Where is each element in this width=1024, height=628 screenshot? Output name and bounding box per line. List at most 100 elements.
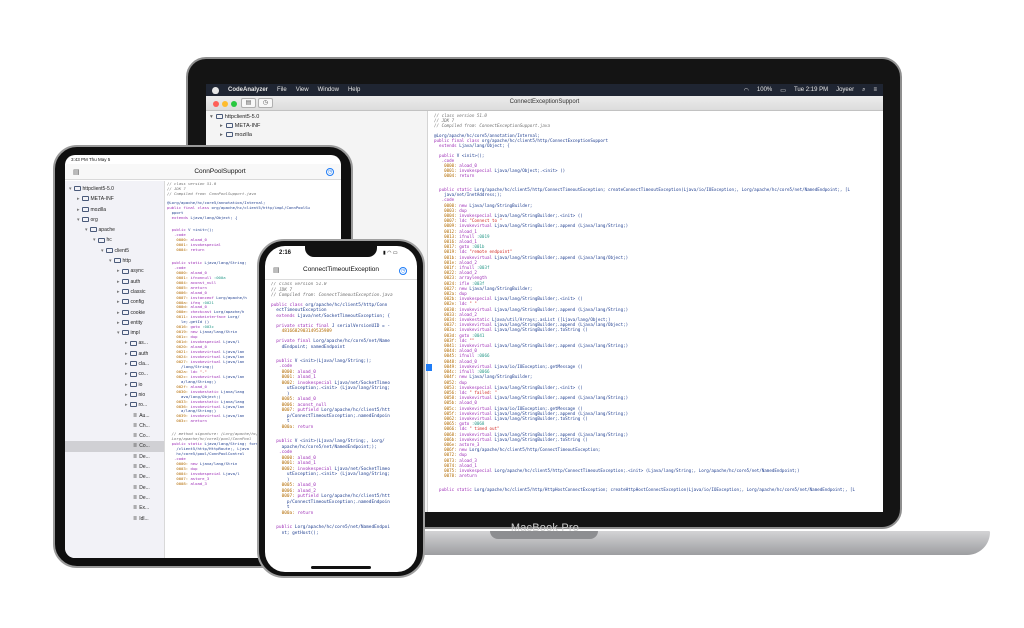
code-token: Ljava/lang/StringBuilder;.append (Ljava/… — [494, 223, 629, 229]
chevron-right-icon[interactable]: ▸ — [125, 371, 128, 377]
tree-item[interactable]: ▾ client5 — [65, 246, 164, 256]
folder-icon — [129, 361, 137, 367]
folder-icon — [81, 196, 89, 202]
chevron-right-icon[interactable]: ▸ — [117, 279, 120, 285]
tree-item[interactable]: ▾ org — [65, 215, 164, 225]
code-token: Ljava/lang/StringBuilder;.<init> () — [494, 296, 583, 302]
tree-item[interactable]: ≣ De... — [65, 483, 164, 493]
chevron-down-icon[interactable]: ▾ — [69, 186, 72, 192]
tree-item[interactable]: ▸ cla... — [65, 359, 164, 369]
chevron-right-icon[interactable]: ▸ — [117, 299, 120, 305]
spotlight-icon[interactable]: ⌕ — [862, 87, 865, 94]
tree-item[interactable]: ▾ apache — [65, 225, 164, 235]
folder-icon — [81, 217, 89, 223]
menu-view[interactable]: View — [296, 87, 309, 93]
tree-item[interactable]: ▸ META-INF — [65, 194, 164, 204]
tree-item[interactable]: ▸ mozilla — [65, 205, 164, 215]
tree-item[interactable]: ▾ impl — [65, 328, 164, 338]
tree-item[interactable]: ≣ Co... — [65, 441, 164, 452]
chevron-right-icon[interactable]: ▸ — [117, 268, 120, 274]
chevron-right-icon[interactable]: ▸ — [125, 340, 128, 346]
tree-item[interactable]: ▸ async — [65, 266, 164, 276]
tree-item[interactable]: ≣ De... — [65, 472, 164, 482]
chevron-right-icon[interactable]: ▸ — [77, 196, 80, 202]
chevron-right-icon[interactable]: ▸ — [220, 123, 223, 129]
history-icon[interactable]: ◷ — [326, 168, 334, 176]
tree-item[interactable]: ▾ httpclient5-5.0 — [206, 113, 427, 122]
sidebar-toggle-icon[interactable]: ▤ — [273, 266, 280, 274]
menubar-app-name[interactable]: CodeAnalyzer — [228, 87, 268, 93]
menu-window[interactable]: Window — [318, 87, 339, 93]
chevron-down-icon[interactable]: ▾ — [77, 217, 80, 223]
chevron-right-icon[interactable]: ▸ — [125, 361, 128, 367]
chevron-down-icon[interactable]: ▾ — [85, 227, 88, 233]
wifi-icon[interactable]: ◠ — [744, 87, 749, 94]
tree-item[interactable]: ▸ nio — [65, 390, 164, 400]
tree-item[interactable]: ▸ ro... — [65, 400, 164, 410]
menu-file[interactable]: File — [277, 87, 287, 93]
chevron-right-icon[interactable]: ▸ — [125, 392, 128, 398]
tree-item[interactable]: ≣ Ex... — [65, 503, 164, 513]
tree-item[interactable]: ≣ Co... — [65, 431, 164, 441]
chevron-right-icon[interactable]: ▸ — [220, 132, 223, 138]
code-line: nt; getHost(); — [271, 531, 417, 537]
chevron-down-icon[interactable]: ▾ — [101, 248, 104, 254]
chevron-down-icon[interactable]: ▾ — [210, 114, 213, 120]
code-token: p/ConnectTimeoutException;.namedEndpoin — [271, 499, 390, 505]
tree-item[interactable]: ▸ config — [65, 297, 164, 307]
tree-item[interactable]: ≣ De... — [65, 462, 164, 472]
iphone-bytecode-viewer[interactable]: // class version 51.0// JDK 7// Compiled… — [271, 282, 417, 572]
chevron-right-icon[interactable]: ▸ — [117, 310, 120, 316]
menu-help[interactable]: Help — [348, 87, 360, 93]
chevron-down-icon[interactable]: ▾ — [117, 330, 120, 336]
bytecode-viewer[interactable]: // class version 51.0// JDK 7// Compiled… — [434, 111, 883, 512]
tree-item[interactable]: ≣ Au... — [65, 411, 164, 421]
tree-item[interactable]: ▸ classic — [65, 287, 164, 297]
code-token: aload_0 — [297, 455, 316, 461]
tree-item[interactable]: ≣ De... — [65, 452, 164, 462]
folder-icon — [225, 123, 233, 129]
code-token: utException;.<init> (Ljava/lang/String; — [271, 386, 390, 392]
history-icon[interactable]: ◷ — [399, 267, 407, 275]
chevron-right-icon[interactable]: ▸ — [125, 351, 128, 357]
tree-item[interactable]: ▸ io — [65, 380, 164, 390]
tree-item[interactable]: ▸ mozilla — [206, 131, 427, 140]
chevron-right-icon[interactable]: ▸ — [117, 289, 120, 295]
tree-item[interactable]: ▸ co... — [65, 369, 164, 379]
document-icon: ≣ — [133, 505, 138, 512]
code-token: 0004: — [167, 247, 191, 253]
tree-item[interactable]: ≣ Ch... — [65, 421, 164, 431]
folder-icon — [121, 268, 129, 274]
chevron-down-icon[interactable]: ▾ — [93, 237, 96, 243]
tree-item[interactable]: ▸ as... — [65, 338, 164, 348]
chevron-right-icon[interactable]: ▸ — [125, 382, 128, 388]
tree-item[interactable]: ▸ cookie — [65, 308, 164, 318]
sidebar-splitter-handle[interactable] — [426, 364, 432, 371]
battery-percent[interactable]: 100% — [757, 87, 772, 93]
menubar-clock[interactable]: Tue 2:19 PM — [794, 87, 828, 93]
tree-item[interactable]: ▾ hc — [65, 235, 164, 245]
tree-item[interactable]: ▸ auth — [65, 277, 164, 287]
chevron-right-icon[interactable]: ▸ — [77, 207, 80, 213]
chevron-right-icon[interactable]: ▸ — [117, 320, 120, 326]
tree-item[interactable]: ≣ De... — [65, 493, 164, 503]
tree-item[interactable]: ≣ Idl... — [65, 514, 164, 524]
folder-icon — [121, 289, 129, 295]
tree-item[interactable]: ▾ http — [65, 256, 164, 266]
tree-item[interactable]: ▸ auth — [65, 349, 164, 359]
sidebar-toggle-icon[interactable]: ▤ — [73, 168, 80, 176]
tree-item[interactable]: ▸ META-INF — [206, 122, 427, 131]
apple-logo-icon[interactable] — [212, 86, 219, 94]
document-icon: ≣ — [133, 474, 138, 481]
tree-item-label: auth — [138, 350, 149, 357]
tree-item-label: org — [90, 216, 98, 223]
chevron-right-icon[interactable]: ▸ — [125, 402, 128, 408]
chevron-down-icon[interactable]: ▾ — [109, 258, 112, 264]
code-token: Lorg/apache/hc/client5/htt — [321, 408, 390, 414]
battery-icon[interactable]: ▭ — [780, 87, 786, 94]
tree-item[interactable]: ▾ httpclient5-5.0 — [65, 184, 164, 194]
tree-item[interactable]: ▸ entity — [65, 318, 164, 328]
tree-item-label: httpclient5-5.0 — [82, 186, 114, 192]
menubar-user[interactable]: Joyeer — [836, 87, 854, 93]
notification-center-icon[interactable]: ≡ — [873, 87, 877, 93]
